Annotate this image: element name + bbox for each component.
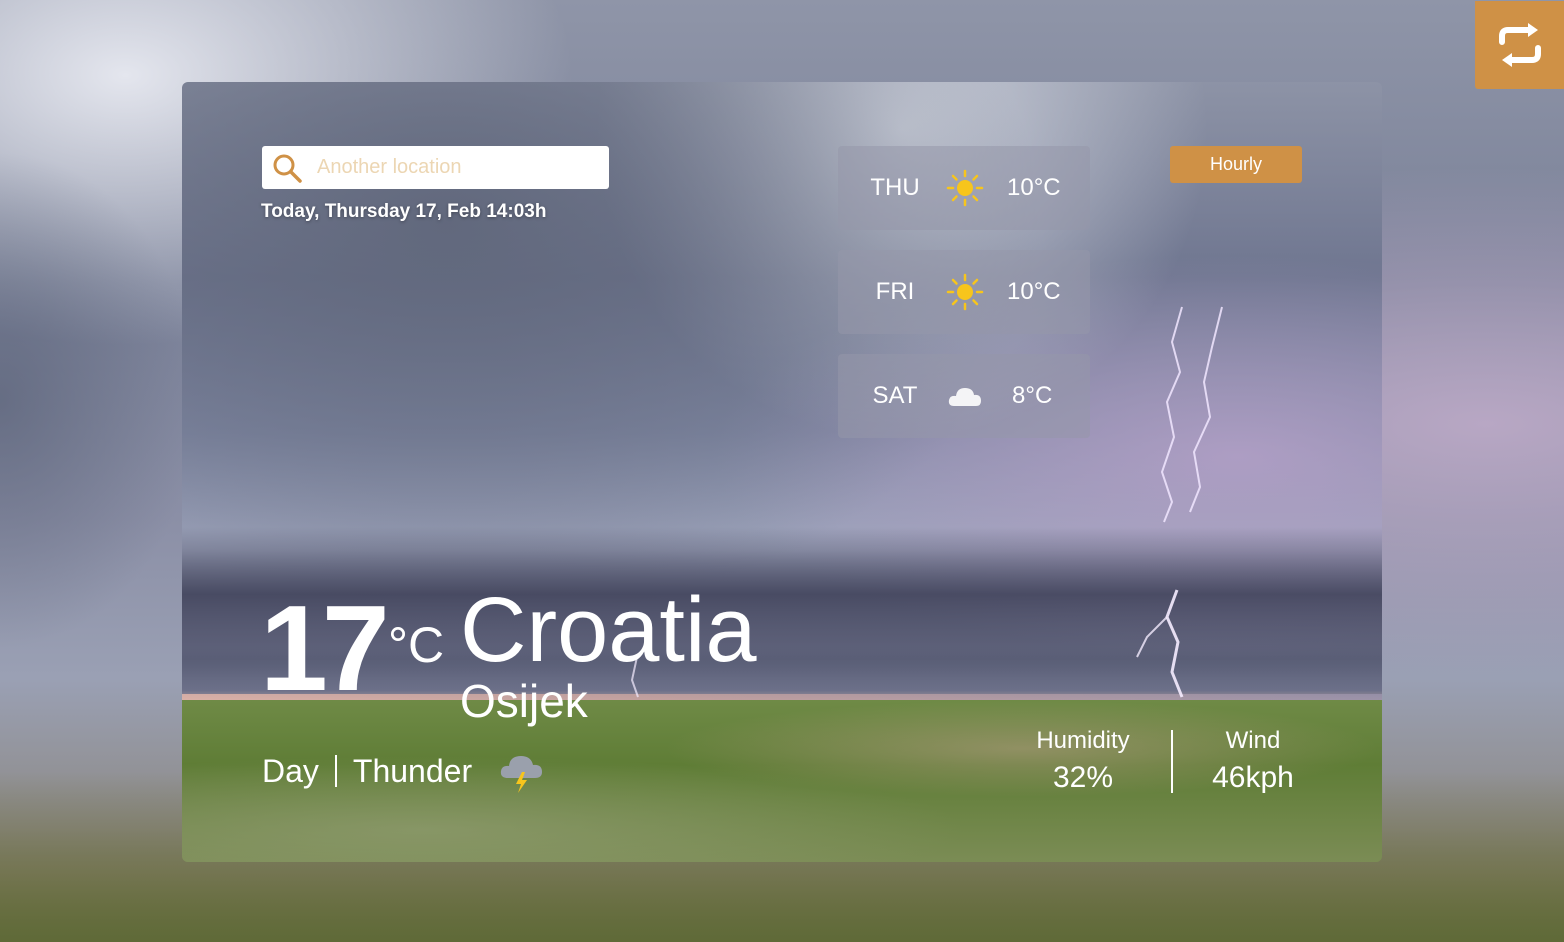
city-name: Osijek xyxy=(460,675,588,727)
condition-text: Thunder xyxy=(352,752,473,789)
forecast-temp: 10°C xyxy=(1007,278,1061,305)
wind-stat: Wind 46kph xyxy=(1183,727,1323,795)
hourly-button[interactable]: Hourly xyxy=(1170,146,1302,183)
forecast-temp: 10°C xyxy=(1007,174,1061,201)
weather-card: Today, Thursday 17, Feb 14:03h THU 10°C … xyxy=(182,82,1382,862)
country-name: Croatia xyxy=(460,579,757,681)
wind-label: Wind xyxy=(1225,727,1281,754)
background-blur xyxy=(0,150,200,650)
condition-divider xyxy=(334,755,337,787)
condition-row: Day Thunder xyxy=(262,748,546,794)
swap-button[interactable] xyxy=(1475,1,1564,89)
forecast-day-fri: FRI 10°C xyxy=(838,250,1090,334)
current-temperature: 17 xyxy=(260,580,390,716)
forecast-day-label: FRI xyxy=(875,278,915,305)
sun-icon xyxy=(946,169,984,207)
forecast-day-label: THU xyxy=(870,174,920,201)
current-datetime: Today, Thursday 17, Feb 14:03h xyxy=(261,201,547,222)
forecast-day-thu: THU 10°C xyxy=(838,146,1090,230)
search-icon xyxy=(273,154,302,183)
search-box xyxy=(262,146,609,189)
sun-icon xyxy=(946,273,984,311)
temperature-unit: °C xyxy=(388,617,445,673)
humidity-label: Humidity xyxy=(1036,727,1130,754)
stat-divider xyxy=(1171,730,1173,793)
cloud-icon xyxy=(948,388,981,406)
forecast-day-sat: SAT 8°C xyxy=(838,354,1090,438)
humidity-stat: Humidity 32% xyxy=(1013,727,1153,795)
location-search-input[interactable] xyxy=(315,155,599,180)
thunderstorm-icon xyxy=(500,756,543,793)
forecast-day-label: SAT xyxy=(872,382,918,409)
forecast-temp: 8°C xyxy=(1012,382,1053,409)
wind-value: 46kph xyxy=(1212,761,1294,794)
swap-arrows-icon xyxy=(1498,23,1541,67)
humidity-value: 32% xyxy=(1052,761,1114,794)
day-period: Day xyxy=(262,752,319,789)
